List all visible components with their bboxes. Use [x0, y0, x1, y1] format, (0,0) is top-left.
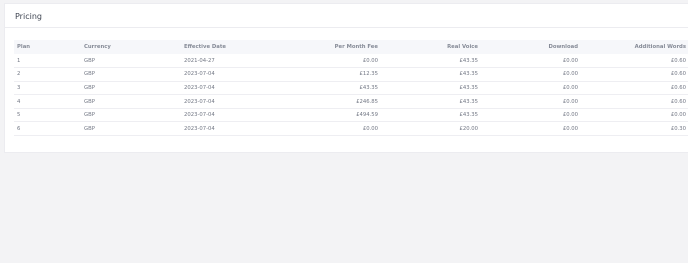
- column-header-real-voice[interactable]: Real Voice: [381, 40, 481, 54]
- cell-download: £0.00: [481, 81, 581, 96]
- table-row: 1 GBP 2021-04-27 £0.00 £43.35 £0.00 £0.6…: [14, 54, 688, 69]
- cell-real-voice: £43.35: [381, 94, 481, 109]
- cell-currency: GBP: [81, 121, 181, 137]
- column-header-download[interactable]: Download: [481, 40, 581, 54]
- cell-plan: 5: [14, 108, 81, 123]
- cell-additional-words: £0.30: [581, 121, 688, 137]
- cell-plan: 1: [14, 54, 81, 69]
- cell-additional-words: £0.60: [581, 67, 688, 82]
- cell-plan: 4: [14, 94, 81, 109]
- table-header-row: Plan Currency Effective Date Per Month F…: [14, 40, 688, 54]
- cell-currency: GBP: [81, 81, 181, 96]
- cell-per-month-fee: £0.00: [281, 54, 381, 69]
- table-row: 2 GBP 2023-07-04 £12.35 £43.35 £0.00 £0.…: [14, 67, 688, 82]
- page-title: Pricing: [15, 12, 42, 21]
- cell-per-month-fee: £246.85: [281, 94, 381, 109]
- cell-download: £0.00: [481, 94, 581, 109]
- column-header-per-month-fee[interactable]: Per Month Fee: [281, 40, 381, 54]
- pricing-table: Plan Currency Effective Date Per Month F…: [14, 40, 688, 137]
- cell-per-month-fee: £0.00: [281, 121, 381, 137]
- cell-additional-words: £0.60: [581, 54, 688, 69]
- table-row: 4 GBP 2023-07-04 £246.85 £43.35 £0.00 £0…: [14, 94, 688, 109]
- cell-per-month-fee: £494.59: [281, 108, 381, 123]
- cell-currency: GBP: [81, 94, 181, 109]
- cell-additional-words: £0.60: [581, 81, 688, 96]
- cell-currency: GBP: [81, 108, 181, 123]
- cell-download: £0.00: [481, 121, 581, 137]
- cell-per-month-fee: £43.35: [281, 81, 381, 96]
- cell-effective-date: 2023-07-04: [181, 94, 281, 109]
- cell-real-voice: £43.35: [381, 81, 481, 96]
- cell-real-voice: £43.35: [381, 67, 481, 82]
- cell-additional-words: £0.60: [581, 94, 688, 109]
- cell-plan: 6: [14, 121, 81, 137]
- table-row: 3 GBP 2023-07-04 £43.35 £43.35 £0.00 £0.…: [14, 81, 688, 96]
- column-header-additional-words[interactable]: Additional Words: [581, 40, 688, 54]
- cell-download: £0.00: [481, 108, 581, 123]
- cell-additional-words: £0.00: [581, 108, 688, 123]
- cell-download: £0.00: [481, 67, 581, 82]
- table-row: 6 GBP 2023-07-04 £0.00 £20.00 £0.00 £0.3…: [14, 121, 688, 137]
- table-row: 5 GBP 2023-07-04 £494.59 £43.35 £0.00 £0…: [14, 108, 688, 123]
- cell-currency: GBP: [81, 67, 181, 82]
- cell-effective-date: 2023-07-04: [181, 121, 281, 137]
- cell-effective-date: 2023-07-04: [181, 108, 281, 123]
- column-header-plan[interactable]: Plan: [14, 40, 81, 54]
- cell-effective-date: 2023-07-04: [181, 81, 281, 96]
- cell-download: £0.00: [481, 54, 581, 69]
- cell-real-voice: £20.00: [381, 121, 481, 137]
- cell-plan: 2: [14, 67, 81, 82]
- cell-real-voice: £43.35: [381, 108, 481, 123]
- column-header-effective-date[interactable]: Effective Date: [181, 40, 281, 54]
- column-header-currency[interactable]: Currency: [81, 40, 181, 54]
- cell-effective-date: 2023-07-04: [181, 67, 281, 82]
- card-header: Pricing: [5, 4, 688, 28]
- pricing-card: Pricing Plan Currency Effective Date Per…: [4, 3, 688, 153]
- pricing-table-wrapper: Plan Currency Effective Date Per Month F…: [14, 40, 688, 137]
- cell-currency: GBP: [81, 54, 181, 69]
- cell-plan: 3: [14, 81, 81, 96]
- cell-real-voice: £43.35: [381, 54, 481, 69]
- cell-per-month-fee: £12.35: [281, 67, 381, 82]
- cell-effective-date: 2021-04-27: [181, 54, 281, 69]
